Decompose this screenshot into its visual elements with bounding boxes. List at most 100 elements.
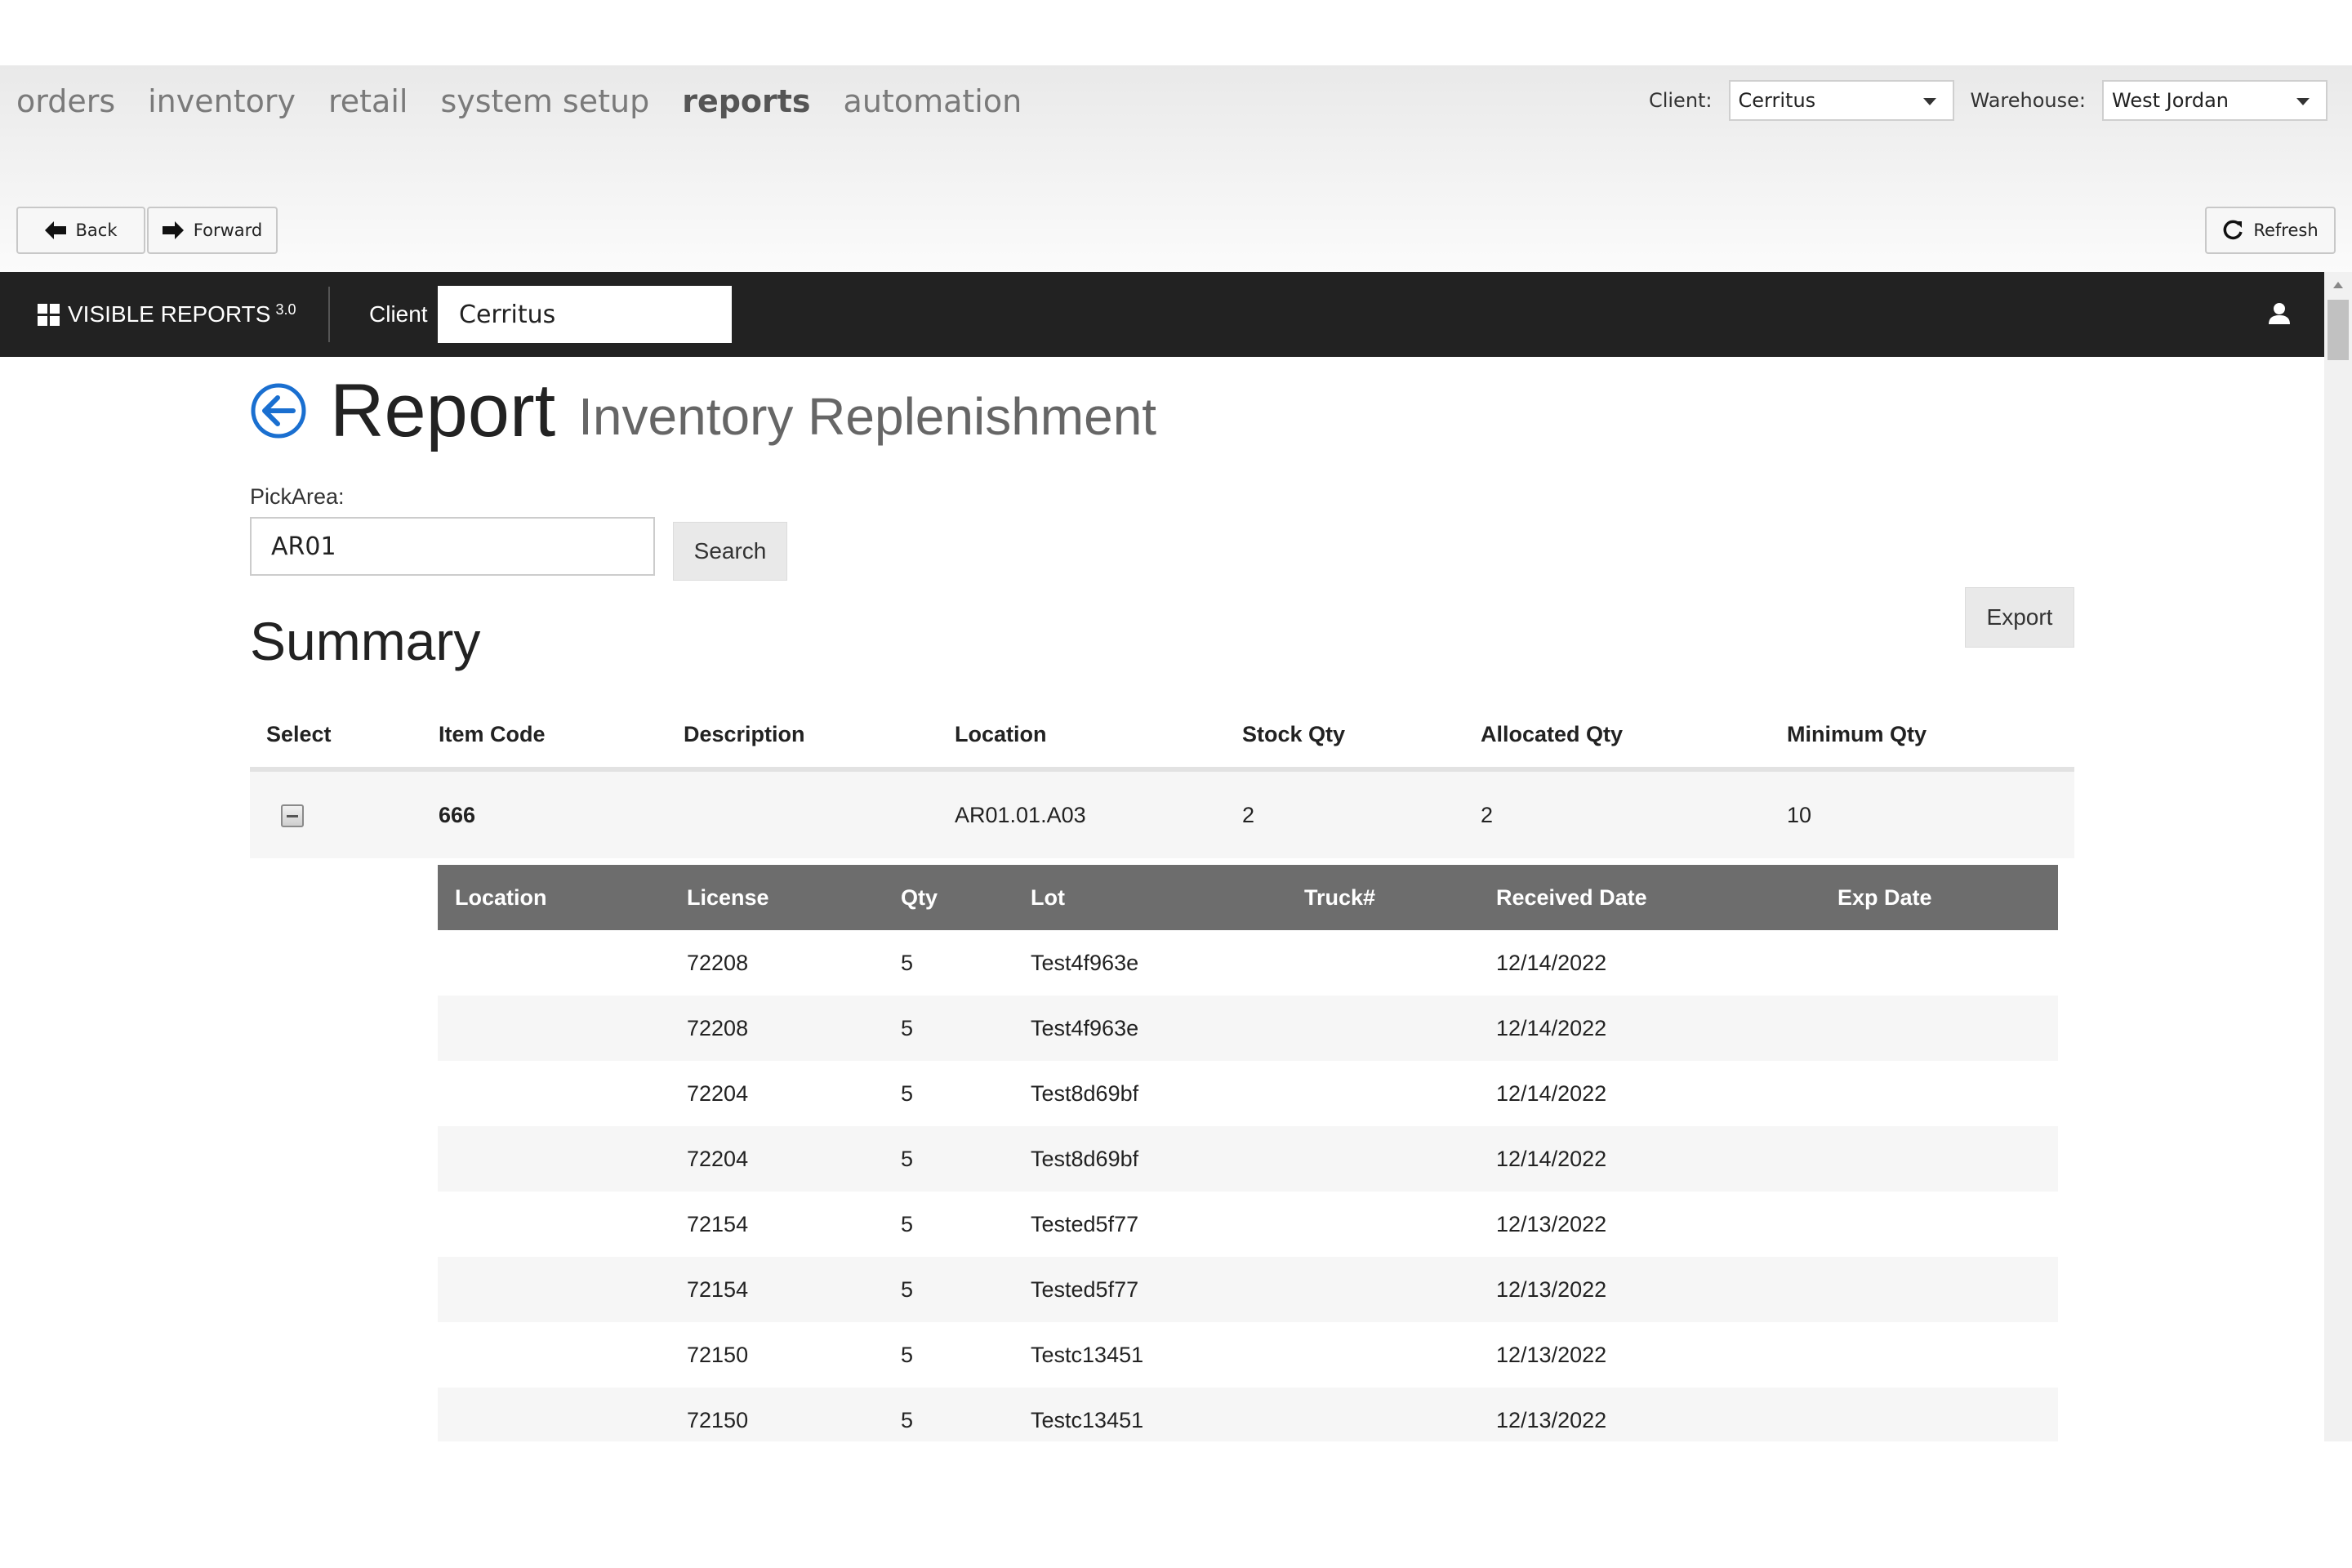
divider — [328, 287, 330, 342]
col-stock-qty: Stock Qty — [1242, 722, 1346, 746]
export-button[interactable]: Export — [1965, 587, 2074, 648]
back-circle-icon[interactable] — [250, 382, 307, 439]
col-received-date: Received Date — [1496, 885, 1647, 910]
warehouse-select-value: West Jordan — [2112, 89, 2229, 112]
col-description: Description — [684, 722, 805, 746]
client-select[interactable]: Cerritus — [1728, 80, 1954, 121]
forward-button-label: Forward — [193, 220, 263, 240]
license-cell: 72208 — [687, 951, 749, 975]
qty-cell: 5 — [901, 1016, 914, 1040]
client-select-value: Cerritus — [1738, 89, 1816, 112]
qty-cell: 5 — [901, 1408, 914, 1432]
caret-down-icon — [1922, 98, 1936, 105]
received-date-cell: 12/13/2022 — [1496, 1408, 1607, 1432]
collapse-toggle-icon[interactable] — [281, 804, 304, 827]
nav-reports[interactable]: reports — [682, 83, 810, 119]
license-cell: 72208 — [687, 1016, 749, 1040]
table-row: 72208 5 Test4f963e 12/14/2022 — [438, 996, 2058, 1061]
col-select: Select — [266, 722, 332, 746]
table-row: 72154 5 Tested5f77 12/13/2022 — [438, 1192, 2058, 1257]
summary-table-header: Select Item Code Description Location St… — [250, 702, 2074, 772]
license-cell: 72204 — [687, 1081, 749, 1106]
col-location: Location — [455, 885, 547, 910]
table-row: 72154 5 Tested5f77 12/13/2022 — [438, 1257, 2058, 1322]
license-cell: 72204 — [687, 1147, 749, 1171]
lot-cell: Test4f963e — [1031, 1016, 1139, 1040]
item-code-cell: 666 — [439, 803, 476, 827]
nav-inventory[interactable]: inventory — [148, 83, 296, 119]
warehouse-select[interactable]: West Jordan — [2102, 80, 2328, 121]
license-cell: 72154 — [687, 1277, 749, 1302]
visible-reports-logo[interactable]: VISIBLE REPORTS 3.0 — [38, 272, 296, 357]
back-button[interactable]: Back — [16, 207, 145, 254]
lot-cell: Test8d69bf — [1031, 1147, 1139, 1171]
lot-cell: Test8d69bf — [1031, 1081, 1139, 1106]
back-button-label: Back — [75, 220, 118, 240]
col-minimum-qty: Minimum Qty — [1787, 722, 1927, 746]
qty-cell: 5 — [901, 951, 914, 975]
context-selectors: Client: Cerritus Warehouse: West Jordan — [1649, 80, 2328, 121]
qty-cell: 5 — [901, 1277, 914, 1302]
page-subtitle: Inventory Replenishment — [578, 387, 1157, 446]
location-cell: AR01.01.A03 — [955, 803, 1086, 827]
license-cell: 72150 — [687, 1408, 749, 1432]
brand-version: 3.0 — [275, 301, 296, 318]
received-date-cell: 12/14/2022 — [1496, 1016, 1607, 1040]
user-icon[interactable] — [2267, 301, 2292, 326]
col-exp-date: Exp Date — [1838, 885, 1932, 910]
pick-area-input[interactable] — [250, 517, 655, 576]
col-lot: Lot — [1031, 885, 1065, 910]
main-nav: orders inventory retail system setup rep… — [16, 83, 1022, 119]
qty-cell: 5 — [901, 1081, 914, 1106]
scrollbar[interactable] — [2324, 272, 2352, 1441]
search-button[interactable]: Search — [673, 522, 787, 581]
warehouse-select-label: Warehouse: — [1970, 89, 2086, 112]
arrow-right-icon — [162, 221, 184, 239]
col-item-code: Item Code — [439, 722, 546, 746]
received-date-cell: 12/14/2022 — [1496, 951, 1607, 975]
arrow-left-icon — [44, 221, 66, 239]
window-top-margin — [0, 0, 2352, 65]
license-cell: 72150 — [687, 1343, 749, 1367]
app-header: orders inventory retail system setup rep… — [0, 65, 2352, 272]
refresh-icon — [2223, 220, 2243, 240]
nav-system-setup[interactable]: system setup — [440, 83, 649, 119]
lot-cell: Tested5f77 — [1031, 1212, 1139, 1236]
lot-cell: Test4f963e — [1031, 951, 1139, 975]
detail-table: Location License Qty Lot Truck# Received… — [438, 865, 2058, 1441]
detail-table-header: Location License Qty Lot Truck# Received… — [438, 865, 2058, 930]
col-allocated-qty: Allocated Qty — [1481, 722, 1624, 746]
table-row: 72150 5 Testc13451 12/13/2022 — [438, 1388, 2058, 1441]
grid-icon — [38, 303, 60, 326]
nav-orders[interactable]: orders — [16, 83, 115, 119]
table-row: 72204 5 Test8d69bf 12/14/2022 — [438, 1126, 2058, 1192]
col-truck: Truck# — [1304, 885, 1376, 910]
table-row: 72208 5 Test4f963e 12/14/2022 — [438, 930, 2058, 996]
col-qty: Qty — [901, 885, 938, 910]
license-cell: 72154 — [687, 1212, 749, 1236]
lot-cell: Testc13451 — [1031, 1408, 1144, 1432]
forward-button[interactable]: Forward — [147, 207, 278, 254]
client-label: Client — [369, 301, 428, 327]
qty-cell: 5 — [901, 1343, 914, 1367]
nav-automation[interactable]: automation — [844, 83, 1022, 119]
received-date-cell: 12/14/2022 — [1496, 1147, 1607, 1171]
refresh-button-label: Refresh — [2253, 220, 2319, 240]
received-date-cell: 12/13/2022 — [1496, 1277, 1607, 1302]
table-row: 72204 5 Test8d69bf 12/14/2022 — [438, 1061, 2058, 1126]
pick-area-label: PickArea: — [250, 484, 345, 509]
table-row[interactable]: 666 AR01.01.A03 2 2 10 — [250, 772, 2074, 858]
client-input[interactable] — [438, 286, 732, 343]
visible-reports-bar: VISIBLE REPORTS 3.0 Client — [0, 272, 2324, 357]
allocated-qty-cell: 2 — [1481, 803, 1494, 827]
report-frame: VISIBLE REPORTS 3.0 Client Report Invent… — [0, 272, 2352, 1441]
scroll-up-arrow-icon[interactable] — [2333, 282, 2343, 288]
minimum-qty-cell: 10 — [1787, 803, 1812, 827]
lot-cell: Testc13451 — [1031, 1343, 1144, 1367]
summary-table: Select Item Code Description Location St… — [250, 702, 2074, 858]
scroll-thumb[interactable] — [2328, 300, 2349, 360]
refresh-button[interactable]: Refresh — [2205, 207, 2336, 254]
nav-retail[interactable]: retail — [328, 83, 408, 119]
lot-cell: Tested5f77 — [1031, 1277, 1139, 1302]
report-heading: Report Inventory Replenishment — [250, 373, 1156, 448]
